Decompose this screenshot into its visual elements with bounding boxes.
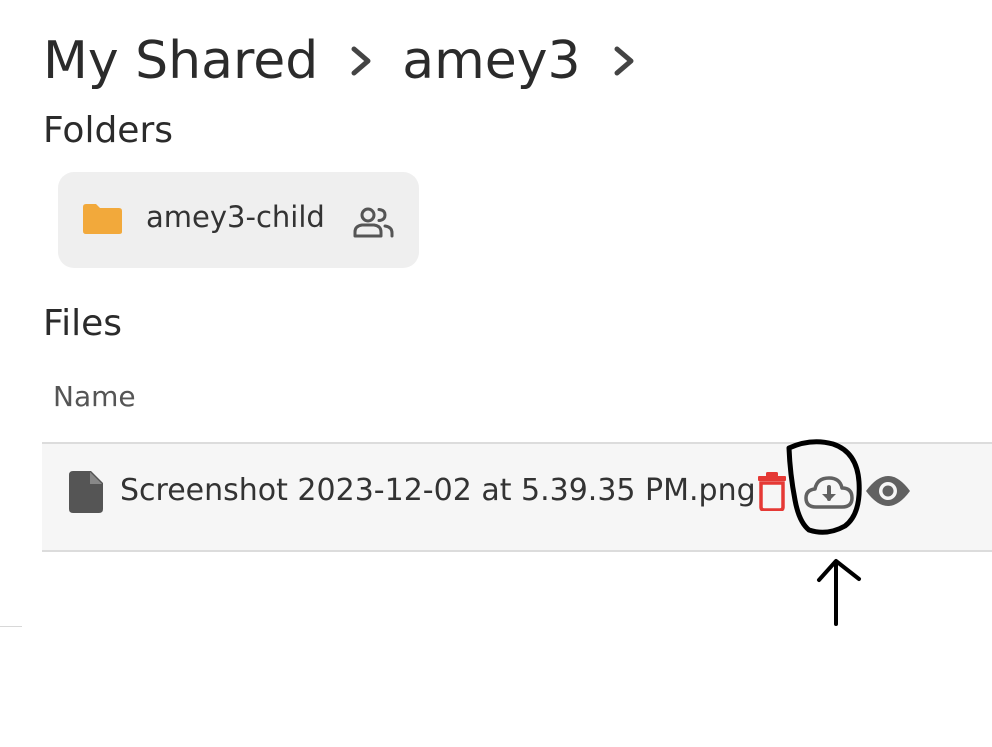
chevron-right-icon xyxy=(351,46,371,76)
folder-icon xyxy=(83,204,122,234)
trash-icon[interactable] xyxy=(757,471,787,511)
cloud-download-icon[interactable] xyxy=(804,474,854,510)
shared-users-icon xyxy=(353,207,394,238)
chevron-right-icon xyxy=(614,46,634,76)
eye-icon[interactable] xyxy=(864,474,912,508)
shared-files-page: My Shared amey3 Folders amey3-child File… xyxy=(0,0,992,747)
file-name[interactable]: Screenshot 2023-12-02 at 5.39.35 PM.png xyxy=(120,473,756,508)
file-icon xyxy=(69,471,103,513)
table-row[interactable]: Screenshot 2023-12-02 at 5.39.35 PM.png xyxy=(42,444,992,552)
divider-line xyxy=(0,626,22,627)
breadcrumb-item-amey3[interactable]: amey3 xyxy=(402,31,580,91)
name-column-header[interactable]: Name xyxy=(53,380,136,413)
folders-heading: Folders xyxy=(43,110,174,151)
breadcrumb-item-my-shared[interactable]: My Shared xyxy=(43,31,318,91)
breadcrumb: My Shared amey3 xyxy=(43,26,647,96)
folder-label: amey3-child xyxy=(146,200,325,234)
files-heading: Files xyxy=(43,303,122,344)
folder-card[interactable]: amey3-child xyxy=(58,172,419,268)
